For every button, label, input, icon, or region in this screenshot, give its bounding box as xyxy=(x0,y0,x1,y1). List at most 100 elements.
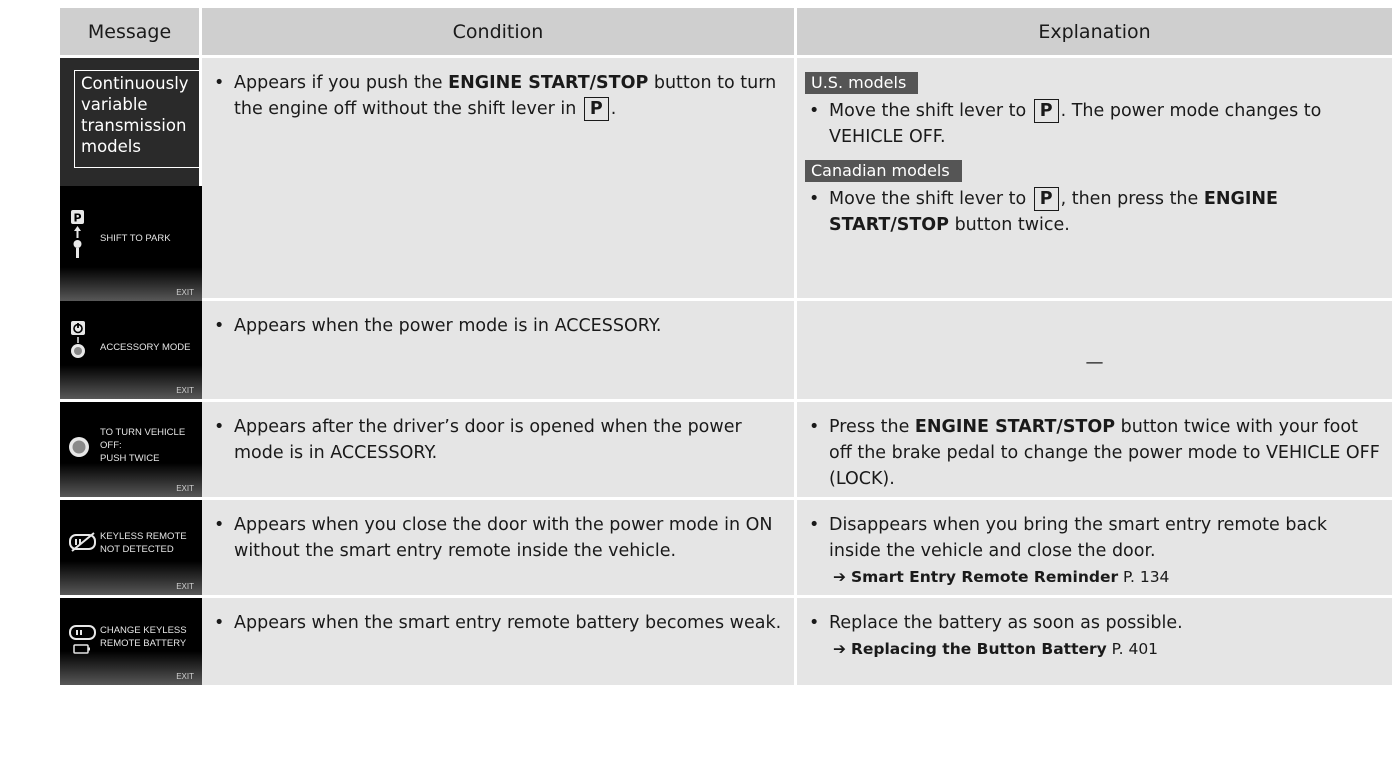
message-cell: Continuously variable transmission model… xyxy=(60,58,202,301)
list-item: • Appears when you close the door with t… xyxy=(214,512,784,564)
text-segment: button twice. xyxy=(949,215,1070,235)
display-screen: TO TURN VEHICLE OFF: PUSH TWICE EXIT xyxy=(60,402,202,497)
condition-cell: • Appears when you close the door with t… xyxy=(202,500,797,595)
header-message: Message xyxy=(60,8,202,55)
remote-battery-icon xyxy=(68,624,98,660)
screen-text-line: CHANGE KEYLESS xyxy=(100,625,187,636)
screen-text-line: SHIFT TO PARK xyxy=(100,233,171,244)
bullet: • xyxy=(214,417,225,437)
screen-text-line: ACCESSORY MODE xyxy=(100,342,191,353)
condition-cell: • Appears if you push the ENGINE START/S… xyxy=(202,58,797,298)
explanation-text: Replace the battery as soon as possible. xyxy=(829,613,1183,633)
text-segment: Press the xyxy=(829,417,915,437)
screen-text: SHIFT TO PARK xyxy=(100,232,171,245)
message-cell: TO TURN VEHICLE OFF: PUSH TWICE EXIT xyxy=(60,402,202,497)
bold-segment: ENGINE START/STOP xyxy=(448,73,649,93)
message-cell: ACCESSORY MODE EXIT xyxy=(60,301,202,399)
explanation-cell: • Disappears when you bring the smart en… xyxy=(797,500,1392,595)
condition-cell: • Appears after the driver’s door is ope… xyxy=(202,402,797,497)
bullet: • xyxy=(214,515,225,535)
bullet: • xyxy=(809,613,820,633)
screen-text-line: PUSH TWICE xyxy=(100,453,160,464)
screen-text-line: NOT DETECTED xyxy=(100,544,174,555)
table-row: CHANGE KEYLESS REMOTE BATTERY EXIT • App… xyxy=(60,598,1392,688)
screen-text-line: TO TURN VEHICLE xyxy=(100,427,186,438)
explanation-text: Move the shift lever to P, then press th… xyxy=(829,186,1382,238)
explanation-text: Disappears when you bring the smart entr… xyxy=(829,515,1327,561)
xref-page: P. 134 xyxy=(1123,568,1170,586)
message-cell: KEYLESS REMOTE NOT DETECTED EXIT xyxy=(60,500,202,595)
display-screen: P SHIFT TO PARK EXIT xyxy=(60,186,202,301)
condition-text: Appears when the power mode is in ACCESS… xyxy=(234,316,662,336)
list-item: • Appears if you push the ENGINE START/S… xyxy=(214,70,784,122)
screen-text-line: KEYLESS REMOTE xyxy=(100,531,187,542)
bullet: • xyxy=(809,189,820,209)
bullet: • xyxy=(214,316,225,336)
text-segment: Move the shift lever to xyxy=(829,101,1032,121)
arrow-icon: ➔ xyxy=(833,640,846,658)
xref-page: P. 401 xyxy=(1111,640,1159,658)
remote-not-detected-icon xyxy=(68,532,98,556)
bullet: • xyxy=(214,613,225,633)
screen-text-line: OFF: xyxy=(100,440,122,451)
xref-title: Smart Entry Remote Reminder xyxy=(850,568,1119,586)
power-icon xyxy=(68,319,88,365)
list-item: • Move the shift lever to P, then press … xyxy=(809,186,1382,238)
list-item: • Replace the battery as soon as possibl… xyxy=(809,610,1382,636)
bullet: • xyxy=(214,73,225,93)
table-row: Continuously variable transmission model… xyxy=(60,58,1392,301)
shift-key-p: P xyxy=(1033,187,1059,211)
exit-label: EXIT xyxy=(176,582,194,591)
display-screen: KEYLESS REMOTE NOT DETECTED EXIT xyxy=(60,500,202,595)
arrow-icon: ➔ xyxy=(833,568,846,586)
bold-segment: ENGINE START/STOP xyxy=(914,417,1116,437)
text-segment: Move the shift lever to xyxy=(829,189,1032,209)
xref-title: Replacing the Button Battery xyxy=(850,640,1107,658)
explanation-text: Press the ENGINE START/STOP button twice… xyxy=(829,414,1382,492)
shift-key-p: P xyxy=(1033,99,1059,123)
us-models-tag: U.S. models xyxy=(805,72,919,94)
message-cell: CHANGE KEYLESS REMOTE BATTERY EXIT xyxy=(60,598,202,685)
explanation-cell: U.S. models • Move the shift lever to P.… xyxy=(797,58,1392,298)
explanation-cell: • Press the ENGINE START/STOP button twi… xyxy=(797,402,1392,497)
screen-text: TO TURN VEHICLE OFF: PUSH TWICE xyxy=(100,426,185,465)
text-segment: Appears if you push the xyxy=(234,73,449,93)
bullet: • xyxy=(809,515,820,535)
screen-text-line: REMOTE BATTERY xyxy=(100,638,187,649)
shift-key-p: P xyxy=(583,97,609,121)
exit-label: EXIT xyxy=(176,288,194,297)
cross-reference[interactable]: ➔ Smart Entry Remote Reminder P. 134 xyxy=(809,564,1382,590)
list-item: • Move the shift lever to P. The power m… xyxy=(809,98,1382,150)
condition-text: Appears if you push the ENGINE START/STO… xyxy=(234,70,784,122)
exit-label: EXIT xyxy=(176,672,194,681)
table-header: Message Condition Explanation xyxy=(60,8,1392,58)
explanation-cell: • Replace the battery as soon as possibl… xyxy=(797,598,1392,685)
list-item: • Appears when the smart entry remote ba… xyxy=(214,610,784,636)
canadian-models-tag: Canadian models xyxy=(805,160,962,182)
table-row: KEYLESS REMOTE NOT DETECTED EXIT • Appea… xyxy=(60,500,1392,598)
exit-label: EXIT xyxy=(176,386,194,395)
condition-text: Appears when you close the door with the… xyxy=(234,515,773,561)
messages-table: Message Condition Explanation Continuous… xyxy=(60,8,1392,688)
list-item: • Appears after the driver’s door is ope… xyxy=(214,414,784,466)
explanation-cell: — xyxy=(797,301,1392,399)
display-screen: ACCESSORY MODE EXIT xyxy=(60,301,202,399)
condition-text: Appears when the smart entry remote batt… xyxy=(234,613,782,633)
variant-label: Continuously variable transmission model… xyxy=(74,70,200,168)
screen-text: KEYLESS REMOTE NOT DETECTED xyxy=(100,530,187,556)
bullet: • xyxy=(809,101,820,121)
list-item: • Press the ENGINE START/STOP button twi… xyxy=(809,414,1382,492)
table-row: ACCESSORY MODE EXIT • Appears when the p… xyxy=(60,301,1392,402)
condition-text: Appears after the driver’s door is opene… xyxy=(234,417,742,463)
no-explanation-dash: — xyxy=(1085,352,1104,373)
text-segment: . xyxy=(610,99,617,119)
list-item: • Disappears when you bring the smart en… xyxy=(809,512,1382,564)
condition-cell: • Appears when the power mode is in ACCE… xyxy=(202,301,797,399)
condition-cell: • Appears when the smart entry remote ba… xyxy=(202,598,797,685)
display-screen: CHANGE KEYLESS REMOTE BATTERY EXIT xyxy=(60,598,202,685)
header-explanation: Explanation xyxy=(1038,20,1151,43)
cross-reference[interactable]: ➔ Replacing the Button Battery P. 401 xyxy=(809,636,1382,662)
engine-button-icon xyxy=(68,436,90,462)
bullet: • xyxy=(809,417,820,437)
exit-label: EXIT xyxy=(176,484,194,493)
